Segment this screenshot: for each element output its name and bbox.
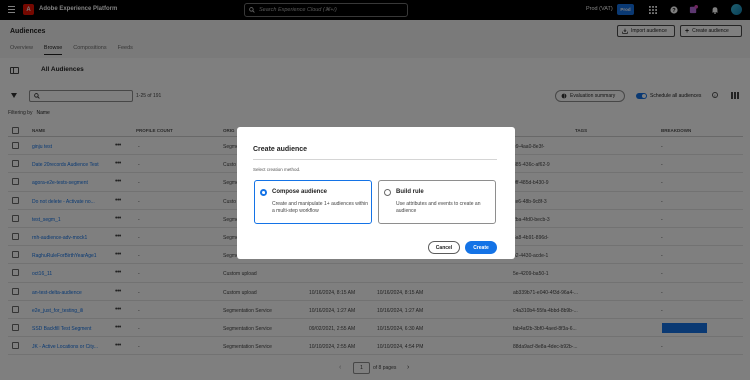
dialog-divider (253, 159, 497, 160)
build-rule-radio[interactable] (384, 189, 391, 196)
dialog-subtitle: Select creation method. (253, 167, 301, 172)
build-rule-description: Use attributes and events to create an a… (396, 201, 481, 214)
create-button[interactable]: Create (465, 241, 497, 254)
compose-audience-title: Compose audience (272, 189, 328, 195)
dialog-title: Create audience (253, 146, 308, 153)
create-audience-dialog: Create audience Select creation method. … (237, 127, 515, 259)
cancel-button[interactable]: Cancel (428, 241, 460, 254)
build-rule-option[interactable]: Build rule Use attributes and events to … (378, 180, 496, 224)
compose-audience-radio[interactable] (260, 189, 267, 196)
compose-audience-option[interactable]: Compose audience Create and manipulate 1… (254, 180, 372, 224)
build-rule-title: Build rule (396, 189, 424, 195)
compose-audience-description: Create and manipulate 1+ audiences withi… (272, 201, 369, 214)
